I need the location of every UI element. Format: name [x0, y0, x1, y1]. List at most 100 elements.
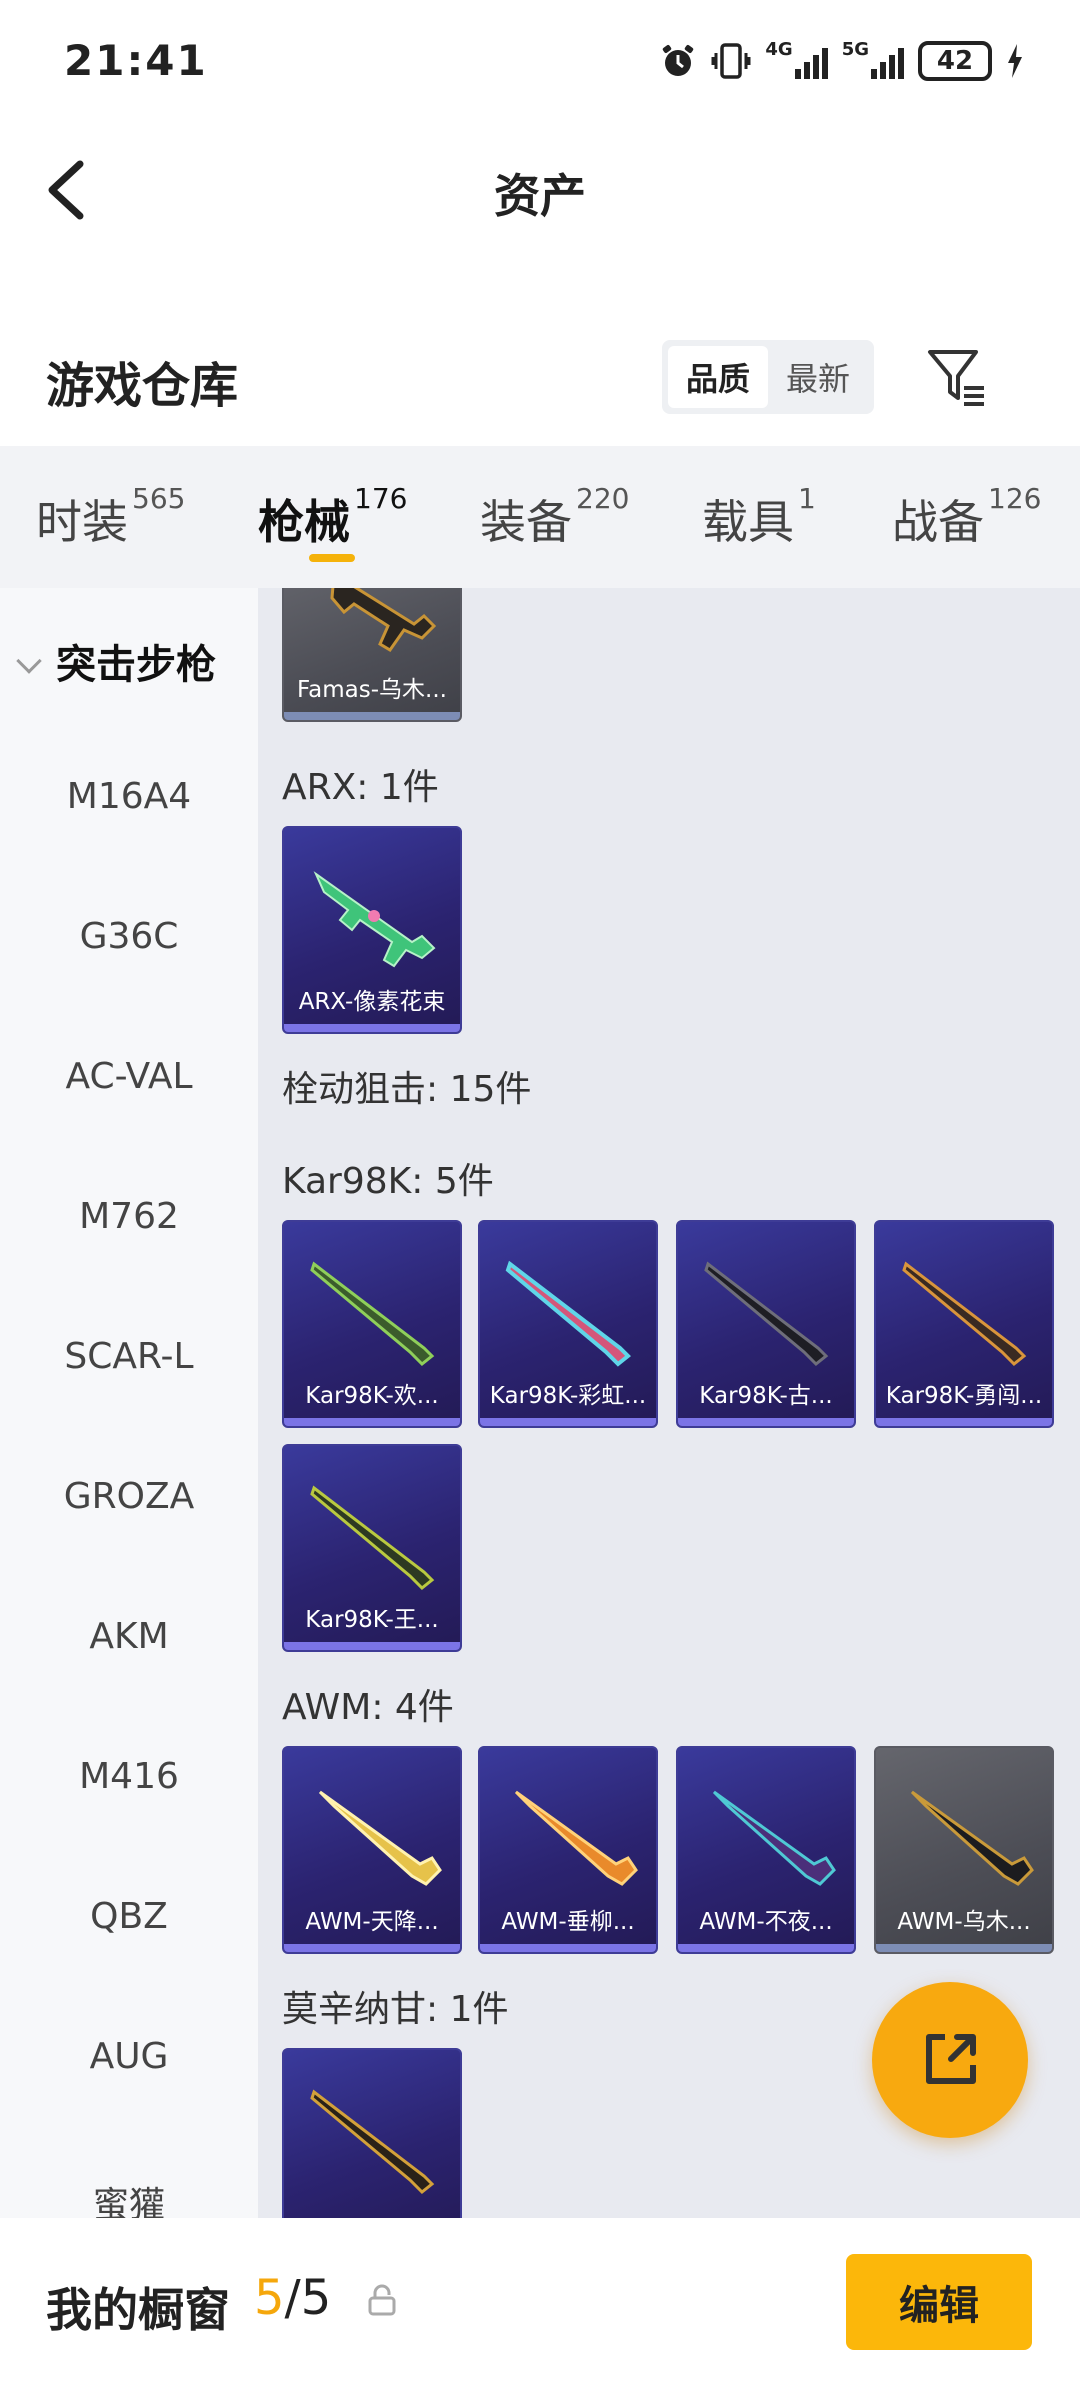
tab-count: 565 [132, 482, 186, 515]
weapon-image [704, 1261, 829, 1367]
weapon-image [318, 1790, 442, 1886]
network-4g-label: 4G [765, 39, 793, 60]
tab-count: 176 [354, 482, 408, 515]
rarity-bar [678, 1418, 854, 1426]
rarity-bar [284, 1024, 460, 1032]
tab-equipment[interactable]: 装备 220 [480, 482, 629, 552]
battery-level: 42 [918, 41, 992, 81]
rarity-bar [678, 1944, 854, 1952]
weapon-image [310, 1485, 435, 1591]
share-button[interactable] [872, 1982, 1028, 2138]
weapon-image [514, 1790, 638, 1886]
weapon-sidebar: 突击步枪 M16A4 G36C AC-VAL M762 SCAR-L GROZA… [0, 588, 258, 2226]
section-label-awm: AWM: 4件 [282, 1687, 454, 1728]
weapon-card[interactable]: Famas-乌木... [282, 588, 462, 722]
weapon-image [313, 871, 436, 968]
showcase-bar: 我的橱窗 5/5 编辑 [0, 2218, 1080, 2382]
weapon-card[interactable]: ARX-像素花束 [282, 826, 462, 1034]
sidebar-item-m762[interactable]: M762 [0, 1196, 258, 1237]
section-label-mosin: 莫辛纳甘: 1件 [282, 1989, 509, 2030]
weapon-card[interactable]: Kar98K-古... [676, 1220, 856, 1428]
weapon-card[interactable]: AWM-乌木... [874, 1746, 1054, 1954]
active-tab-indicator [309, 554, 355, 562]
sidebar-item-aug[interactable]: AUG [0, 2036, 258, 2077]
chevron-down-icon [16, 648, 42, 674]
sort-newest-button[interactable]: 最新 [768, 346, 868, 408]
category-tabs: 时装 565 枪械 176 装备 220 载具 1 战备 126 [0, 446, 1080, 588]
sort-quality-button[interactable]: 品质 [668, 346, 768, 408]
tab-vehicles[interactable]: 载具 1 [702, 482, 816, 552]
lock-icon [366, 2282, 398, 2318]
weapon-image [902, 1261, 1027, 1367]
charging-icon [1006, 39, 1024, 83]
weapon-image [712, 1790, 836, 1886]
sidebar-group-label: 突击步枪 [56, 642, 216, 688]
weapon-card[interactable]: AWM-垂柳... [478, 1746, 658, 1954]
showcase-count: 5/5 [254, 2270, 331, 2326]
status-icons: 4G 5G 42 [659, 36, 1024, 86]
weapon-card-name: Kar98K-彩虹... [489, 1383, 647, 1409]
weapon-card-name: Kar98K-王... [305, 1607, 439, 1633]
weapon-card-name: Famas-乌木... [297, 677, 447, 703]
rarity-bar [284, 712, 460, 720]
alarm-icon [659, 39, 697, 83]
weapon-card[interactable]: Kar98K-欢... [282, 1220, 462, 1428]
weapon-image [310, 2089, 435, 2195]
filter-icon[interactable] [922, 342, 992, 412]
rarity-bar [876, 1418, 1052, 1426]
showcase-total: 5 [300, 2270, 332, 2326]
rarity-bar [480, 1418, 656, 1426]
sidebar-item-m16a4[interactable]: M16A4 [0, 776, 258, 817]
weapon-card[interactable]: AWM-天降... [282, 1746, 462, 1954]
signal-5g-icon: 5G [842, 39, 904, 83]
tab-count: 126 [988, 482, 1042, 515]
rarity-bar [876, 1944, 1052, 1952]
sidebar-item-g36c[interactable]: G36C [0, 916, 258, 957]
sidebar-item-scar-l[interactable]: SCAR-L [0, 1336, 258, 1377]
rarity-bar [284, 1418, 460, 1426]
sort-toggle: 品质 最新 [662, 340, 874, 414]
signal-4g-icon: 4G [765, 39, 828, 83]
tab-label: 载具 [702, 495, 794, 549]
rarity-bar [284, 1642, 460, 1650]
showcase-title: 我的橱窗 [46, 2283, 230, 2337]
sidebar-item-m416[interactable]: M416 [0, 1756, 258, 1797]
tab-fashion[interactable]: 时装 565 [36, 482, 185, 552]
showcase-separator: / [284, 2270, 301, 2326]
tab-label: 战备 [892, 495, 984, 549]
rarity-bar [480, 1944, 656, 1952]
weapon-card[interactable]: Kar98K-勇闯... [874, 1220, 1054, 1428]
weapon-card[interactable]: AWM-不夜... [676, 1746, 856, 1954]
page-title: 资产 [494, 169, 586, 223]
section-label-bolt-action: 栓动狙击: 15件 [282, 1069, 532, 1110]
share-external-icon [926, 2034, 976, 2084]
tab-battle-gear[interactable]: 战备 126 [892, 482, 1041, 552]
weapon-card-name: Kar98K-古... [699, 1383, 833, 1409]
weapon-card[interactable]: Kar98K-彩虹... [478, 1220, 658, 1428]
showcase-current: 5 [254, 2270, 285, 2326]
tab-label: 装备 [480, 495, 572, 549]
status-bar: 21:41 4G 5G 42 [0, 0, 1080, 120]
sidebar-item-akm[interactable]: AKM [0, 1616, 258, 1657]
weapon-card[interactable] [282, 2048, 462, 2218]
weapon-image [910, 1790, 1034, 1886]
weapon-card-name: AWM-乌木... [897, 1909, 1031, 1935]
weapon-card[interactable]: Kar98K-王... [282, 1444, 462, 1652]
weapon-card-name: AWM-天降... [305, 1909, 439, 1935]
weapon-card-name: AWM-垂柳... [501, 1909, 635, 1935]
tab-label: 枪械 [258, 495, 350, 549]
sidebar-item-groza[interactable]: GROZA [0, 1476, 258, 1517]
sidebar-item-ac-val[interactable]: AC-VAL [0, 1056, 258, 1097]
weapon-card-name: ARX-像素花束 [298, 989, 446, 1015]
tab-label: 时装 [36, 495, 128, 549]
weapon-list: Famas-乌木... ARX: 1件 ARX-像素花束 栓动狙击: 15件 K… [258, 588, 1080, 2218]
sidebar-item-qbz[interactable]: QBZ [0, 1896, 258, 1937]
tab-guns[interactable]: 枪械 176 [258, 482, 407, 552]
status-time: 21:41 [64, 36, 208, 85]
weapon-card-name: Kar98K-欢... [305, 1383, 439, 1409]
warehouse-title: 游戏仓库 [46, 358, 239, 414]
network-5g-label: 5G [841, 39, 869, 60]
weapon-card-name: Kar98K-勇闯... [885, 1383, 1043, 1409]
sidebar-group-assault-rifles[interactable]: 突击步枪 [16, 632, 278, 690]
edit-button[interactable]: 编辑 [846, 2254, 1032, 2350]
